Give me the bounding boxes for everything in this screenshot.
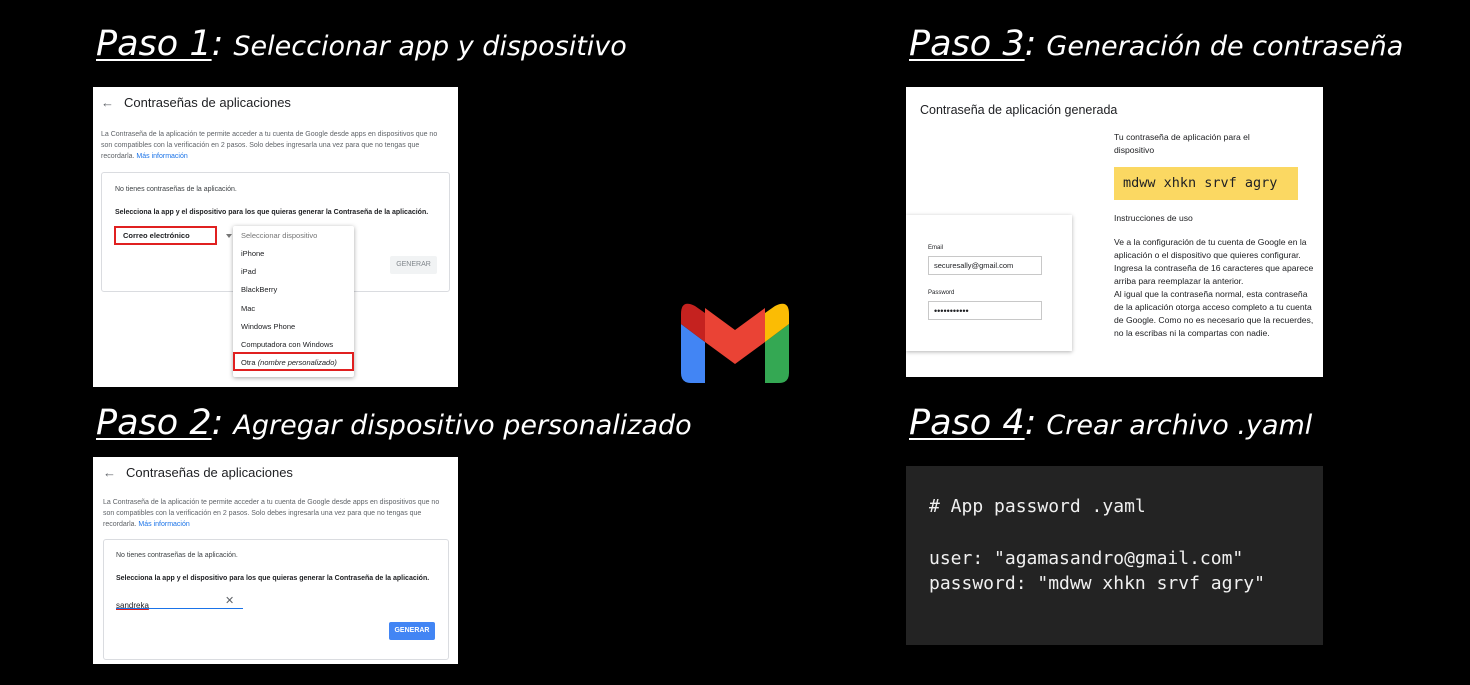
email-label: Email [928,245,944,251]
dropdown-item[interactable]: iPhone [241,249,264,258]
login-card: Email securesally@gmail.com Password •••… [906,215,1072,351]
dropdown-item[interactable]: BlackBerry [241,285,277,294]
password-field[interactable]: ••••••••••• [928,301,1042,320]
device-dropdown: Seleccionar dispositivo iPhone iPad Blac… [233,226,354,377]
step-3-screenshot: Contraseña de aplicación generada Email … [906,87,1323,377]
step-description: Agregar dispositivo personalizado [233,410,692,441]
back-arrow-icon[interactable]: ← [103,465,116,480]
step-description: Seleccionar app y dispositivo [233,31,627,62]
gmail-logo-icon [681,303,789,383]
dropdown-item[interactable]: Computadora con Windows [241,340,333,349]
instructions-text: Ve a la configuración de tu cuenta de Go… [1114,237,1314,338]
step-4-title: Paso 4: Crear archivo .yaml [909,403,1313,443]
more-info-link[interactable]: Más información [136,153,187,160]
step-description: Crear archivo .yaml [1046,410,1313,441]
step-description: Generación de contraseña [1046,31,1404,62]
yaml-code-block: # App password .yaml user: "agamasandro@… [906,466,1323,645]
step-2-title: Paso 2: Agregar dispositivo personalizado [96,403,692,443]
page-header: ← Contraseñas de aplicaciones [101,95,291,110]
instructions-title: Instrucciones de uso [1114,213,1193,223]
intro-text: La Contraseña de la aplicación te permit… [101,131,438,160]
step-number: Paso 1 [96,24,212,64]
page-title: Contraseñas de aplicaciones [126,465,293,480]
generated-title: Contraseña de aplicación generada [920,103,1118,117]
yaml-user-line: user: "agamasandro@gmail.com" [929,548,1244,569]
step-number: Paso 4 [909,403,1025,443]
step-1-title: Paso 1: Seleccionar app y dispositivo [96,24,627,64]
back-arrow-icon[interactable]: ← [101,95,114,110]
step-number: Paso 2 [96,403,212,443]
no-passwords-text: No tienes contraseñas de la aplicación. [115,186,237,193]
dropdown-header: Seleccionar dispositivo [241,231,318,240]
no-passwords-text: No tienes contraseñas de la aplicación. [116,552,238,559]
intro-text: La Contraseña de la aplicación te permit… [103,499,440,528]
select-prompt: Selecciona la app y el dispositivo para … [116,575,430,582]
dropdown-item[interactable]: Windows Phone [241,322,295,331]
more-info-link[interactable]: Más información [138,521,189,528]
step-number: Paso 3 [909,24,1025,64]
yaml-comment: # App password .yaml [929,496,1146,517]
yaml-password-line: password: "mdww xhkn srvf agry" [929,573,1265,594]
step-1-screenshot: ← Contraseñas de aplicaciones La Contrase… [93,87,458,387]
dropdown-item-other[interactable]: Otra (nombre personalizado) [241,358,337,367]
select-prompt: Selecciona la app y el dispositivo para … [115,209,429,216]
page-title: Contraseñas de aplicaciones [124,95,291,110]
custom-device-input[interactable]: sandreka [116,595,243,610]
step-2-screenshot: ← Contraseñas de aplicaciones La Contrase… [93,457,458,664]
step-3-title: Paso 3: Generación de contraseña [909,24,1404,64]
close-icon[interactable]: ✕ [225,594,234,607]
dropdown-item[interactable]: Mac [241,304,255,313]
custom-device-value: sandreka [116,601,149,610]
generated-password[interactable]: mdww xhkn srvf agry [1114,167,1298,200]
page-header: ← Contraseñas de aplicaciones [103,465,293,480]
chevron-down-icon [226,234,232,238]
app-select[interactable]: Correo electrónico [114,226,217,245]
generate-button[interactable]: GENERAR [389,622,435,640]
generate-button[interactable]: GENERAR [390,256,437,274]
dropdown-item[interactable]: iPad [241,267,256,276]
password-label: Password [928,290,955,296]
email-field[interactable]: securesally@gmail.com [928,256,1042,275]
password-heading: Tu contraseña de aplicación para el disp… [1114,132,1250,155]
gmail-logo [681,302,789,383]
